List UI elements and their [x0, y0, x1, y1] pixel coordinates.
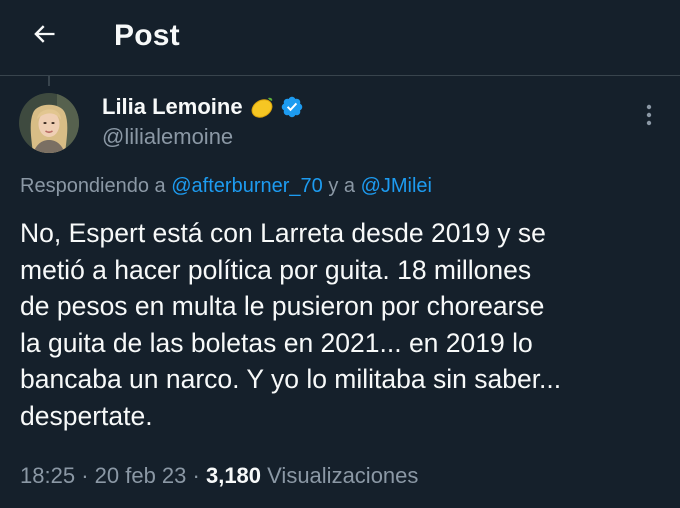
author-name-row: Lilia Lemoine [102, 91, 304, 123]
tweet-text-line: de pesos en multa le pusieron por chorea… [20, 291, 545, 322]
mention-link-jmilei[interactable]: @JMilei [361, 175, 432, 197]
avatar[interactable] [19, 93, 79, 153]
tweet-text-line: despertate. [20, 400, 153, 431]
replying-to-label: Respondiendo a [20, 175, 166, 197]
verified-badge-icon [280, 95, 304, 119]
lemon-emoji-icon [249, 94, 275, 120]
tweet-text-line: la guita de las boletas en 2021... en 20… [20, 327, 533, 358]
tweet-text-line: bancaba un narco. Y yo lo militaba sin s… [20, 364, 562, 395]
views-count[interactable]: 3,180 [206, 463, 261, 488]
tweet-time[interactable]: 18:25 [20, 463, 75, 488]
views-label[interactable]: Visualizaciones [267, 463, 418, 488]
replying-to-line: Respondiendo a @afterburner_70 y a @JMil… [20, 172, 432, 200]
replying-to-joiner: y a [328, 175, 356, 197]
top-bar: Post [0, 0, 680, 76]
tweet-text-line: metió a hacer política por guita. 18 mil… [20, 254, 532, 285]
tweet-text: No, Espert está con Larreta desde 2019 y… [20, 215, 670, 435]
mention-link-afterburner[interactable]: @afterburner_70 [171, 175, 323, 197]
arrow-left-icon [30, 20, 58, 53]
meta-separator: · [192, 463, 200, 488]
tweet-metadata: 18:25 · 20 feb 23 · 3,180 Visualizacione… [20, 460, 418, 492]
more-options-button[interactable] [634, 100, 664, 134]
back-button[interactable] [22, 14, 66, 58]
tweet-text-line: No, Espert está con Larreta desde 2019 y… [20, 218, 546, 248]
author-name[interactable]: Lilia Lemoine [102, 92, 243, 122]
thread-connector-line [48, 76, 50, 86]
tweet-date[interactable]: 20 feb 23 [95, 463, 187, 488]
author-handle[interactable]: @lilialemoine [102, 123, 233, 151]
page-title: Post [114, 19, 180, 52]
meta-separator: · [81, 463, 89, 488]
more-vertical-icon [645, 103, 653, 132]
